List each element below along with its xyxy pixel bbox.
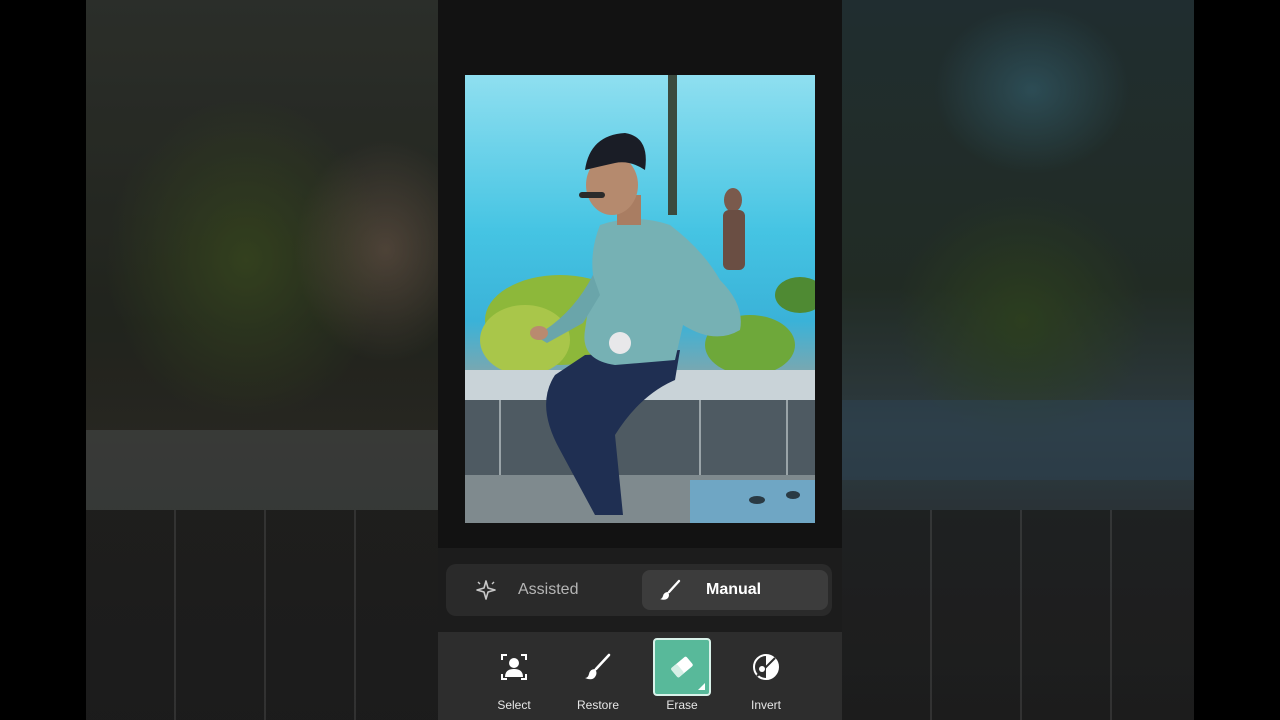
invert-icon [737,638,795,696]
tool-select-label: Select [497,698,531,712]
tool-options-indicator [698,683,705,690]
tool-bar: Select Restore Erase Invert [438,632,842,720]
canvas-area [438,0,842,548]
tool-restore[interactable]: Restore [569,638,627,716]
manual-mode-button[interactable]: Manual [642,570,828,610]
assisted-mode-button[interactable]: Assisted [452,570,638,610]
eraser-icon [653,638,711,696]
tool-erase[interactable]: Erase [653,638,711,716]
blurred-background-right [842,0,1194,720]
blurred-background-left [86,0,438,720]
mode-selector: Assisted Manual [446,564,832,616]
tool-select[interactable]: Select [485,638,543,716]
sparkle-icon [474,578,498,602]
tool-erase-label: Erase [666,698,698,712]
manual-mode-label: Manual [706,581,762,598]
edited-photo[interactable] [465,75,815,523]
assisted-mode-label: Assisted [518,581,579,598]
mode-selector-area: Assisted Manual [438,548,842,632]
tool-restore-label: Restore [576,698,620,712]
tool-invert-label: Invert [750,698,781,712]
app-screen: Assisted Manual Select Restore Erase Inv… [438,0,842,720]
person-select-icon [485,638,543,696]
brush-icon [569,638,627,696]
brush-icon [658,578,682,602]
tool-invert[interactable]: Invert [737,638,795,716]
